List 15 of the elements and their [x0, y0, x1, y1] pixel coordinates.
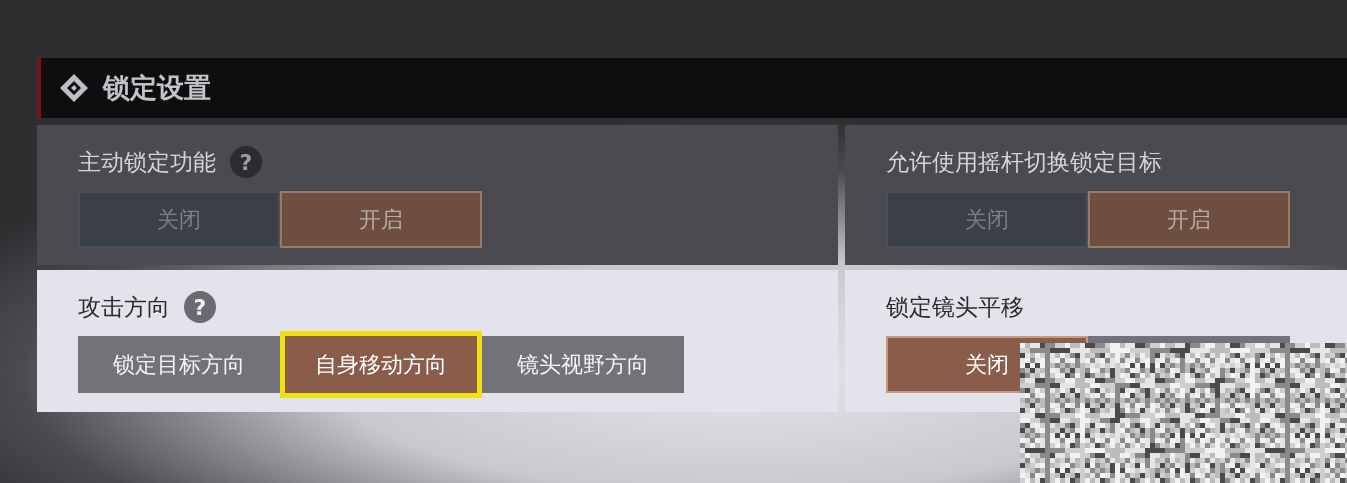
setting-label: 攻击方向: [78, 292, 170, 322]
option-button[interactable]: 开启: [1088, 191, 1290, 248]
option-button[interactable]: 镜头视野方向: [482, 336, 684, 393]
option-button[interactable]: 自身移动方向: [280, 331, 482, 398]
setting-label: 锁定镜头平移: [886, 292, 1024, 322]
setting-label: 允许使用摇杆切换锁定目标: [886, 147, 1162, 177]
option-button[interactable]: 锁定目标方向: [78, 336, 280, 393]
option-button[interactable]: 关闭: [886, 191, 1088, 248]
option-button[interactable]: 开启: [280, 191, 482, 248]
help-icon[interactable]: ?: [230, 146, 262, 178]
setting-label: 主动锁定功能: [78, 147, 216, 177]
option-button[interactable]: 关闭: [78, 191, 280, 248]
help-icon[interactable]: ?: [184, 291, 216, 323]
section-title: 锁定设置: [103, 71, 211, 105]
diamond-icon: [59, 73, 89, 103]
